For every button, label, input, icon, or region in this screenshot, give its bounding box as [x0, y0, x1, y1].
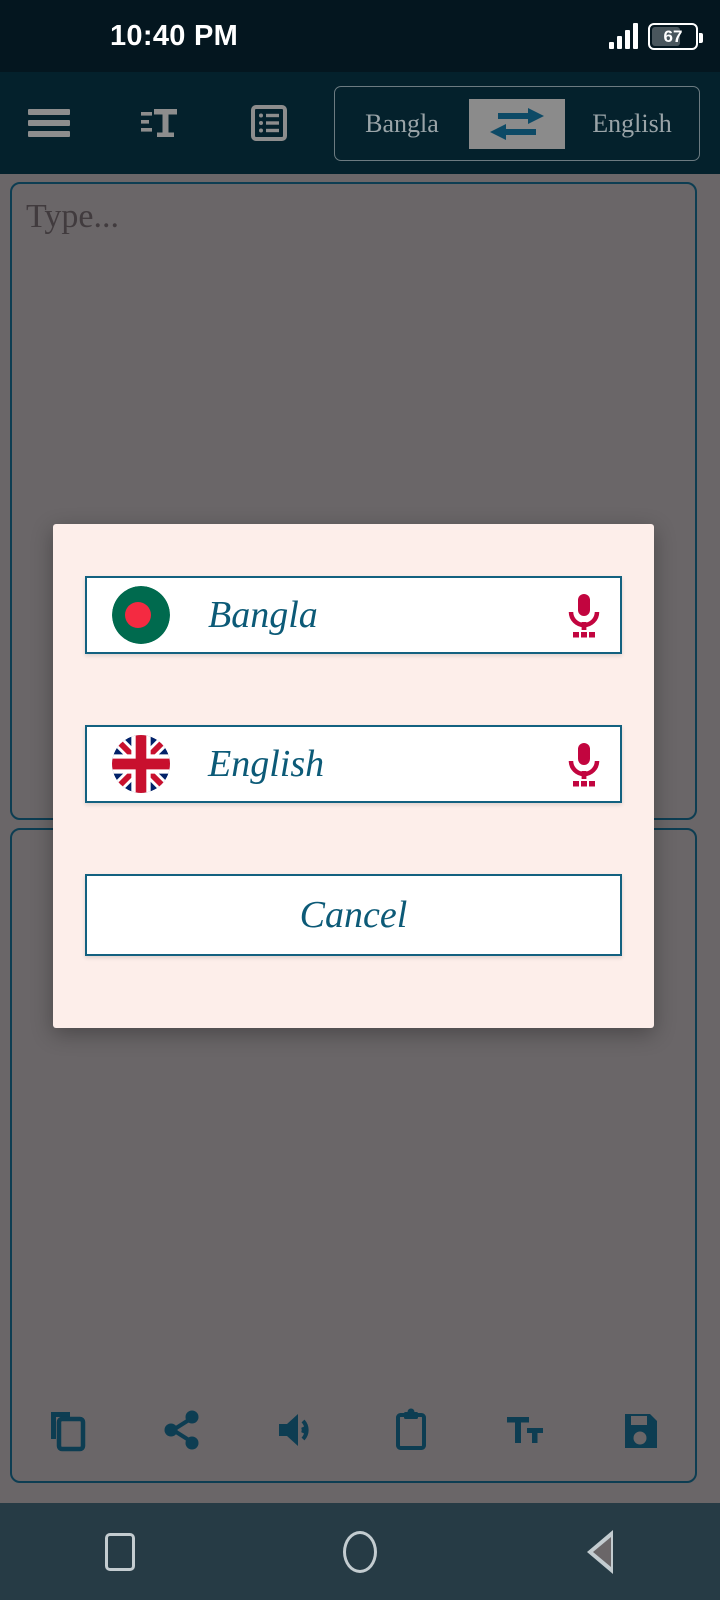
- microphone-icon: [568, 743, 600, 787]
- language-option-english[interactable]: English: [85, 725, 622, 803]
- app-screen: 10:40 PM 67 Bangla English Type... Bangl…: [0, 0, 720, 1600]
- microphone-icon: [568, 594, 600, 638]
- android-nav-bar: [0, 1503, 720, 1600]
- back-button[interactable]: [540, 1503, 660, 1600]
- recents-button[interactable]: [60, 1503, 180, 1600]
- cancel-label: Cancel: [299, 894, 408, 936]
- language-option-label: Bangla: [208, 594, 318, 636]
- bangladesh-flag-icon: [112, 586, 170, 644]
- language-option-bangla[interactable]: Bangla: [85, 576, 622, 654]
- square-recents-icon: [105, 1532, 135, 1571]
- uk-flag-icon: [112, 735, 170, 793]
- language-select-dialog: Bangla English Cancel: [53, 524, 654, 1028]
- bangla-mic-button[interactable]: [548, 591, 620, 639]
- english-mic-button[interactable]: [548, 740, 620, 788]
- triangle-back-icon: [587, 1529, 613, 1574]
- cancel-button[interactable]: Cancel: [85, 874, 622, 956]
- circle-home-icon: [343, 1530, 377, 1573]
- language-option-label: English: [208, 743, 325, 785]
- home-button[interactable]: [300, 1503, 420, 1600]
